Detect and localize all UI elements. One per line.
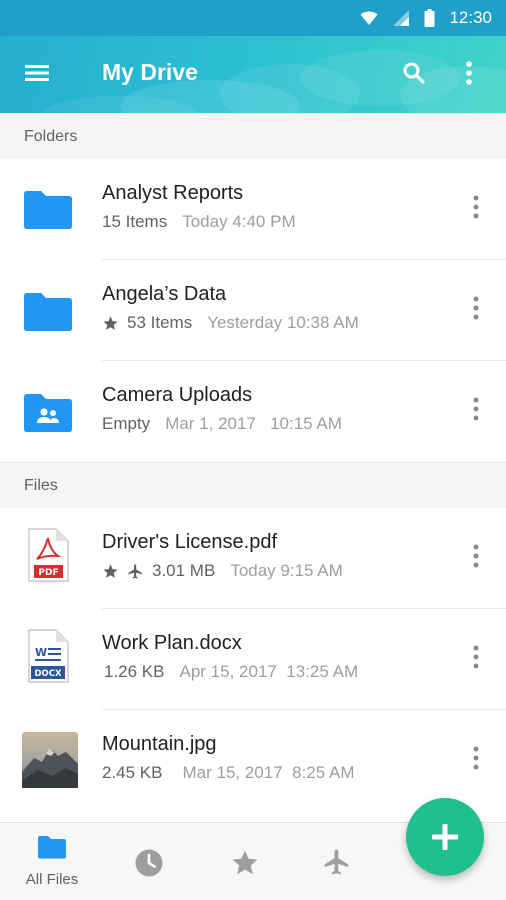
signal-icon <box>393 10 410 26</box>
cloud-decoration <box>40 50 506 113</box>
folder-meta: Empty Mar 1, 2017 10:15 AM <box>102 414 342 434</box>
folder-icon <box>24 191 72 229</box>
image-thumbnail <box>22 732 78 788</box>
search-icon <box>403 62 425 84</box>
folder-icon <box>24 293 72 331</box>
file-row[interactable]: Mountain.jpg 2.45 KB Mar 15, 2017 8:25 A… <box>0 710 506 811</box>
menu-button[interactable] <box>24 60 50 86</box>
plus-icon <box>432 824 458 850</box>
nav-all-files[interactable]: All Files <box>4 823 100 900</box>
modified-date: Mar 1, 2017 10:15 AM <box>165 414 342 433</box>
file-name: Mountain.jpg <box>102 733 217 755</box>
more-vert-icon <box>473 746 479 770</box>
starred-icon <box>102 315 119 332</box>
folder-name: Camera Uploads <box>102 384 253 406</box>
modified-date: Mar 15, 2017 8:25 AM <box>182 763 355 782</box>
more-vert-icon <box>466 61 472 85</box>
item-menu-button[interactable] <box>466 746 486 776</box>
more-vert-icon <box>473 296 479 320</box>
folder-row[interactable]: Camera Uploads Empty Mar 1, 2017 10:15 A… <box>0 361 506 462</box>
battery-icon <box>424 9 435 27</box>
wifi-icon <box>360 11 378 25</box>
section-header-files: Files <box>0 462 506 508</box>
folder-name: Angela’s Data <box>102 283 227 305</box>
starred-icon <box>102 563 119 580</box>
offline-airplane-icon <box>127 563 144 580</box>
item-count: 15 Items <box>102 212 168 231</box>
star-icon <box>232 850 258 875</box>
docx-icon: W DOCX <box>28 629 69 683</box>
file-meta: 1.26 KB Apr 15, 2017 13:25 AM <box>104 662 358 682</box>
section-header-folders: Folders <box>0 113 506 159</box>
modified-date: Apr 15, 2017 13:25 AM <box>179 662 359 681</box>
search-button[interactable] <box>402 61 426 90</box>
file-meta: 2.45 KB Mar 15, 2017 8:25 AM <box>102 763 355 783</box>
overflow-menu-button[interactable] <box>465 60 473 91</box>
file-row[interactable]: W DOCX Work Plan.docx 1.26 KB Apr 15, 20… <box>0 609 506 710</box>
svg-text:W: W <box>35 646 47 659</box>
recent-clock-icon <box>135 849 163 877</box>
file-size: 2.45 KB <box>102 763 163 782</box>
item-count: 53 Items <box>127 313 193 332</box>
pdf-badge-label: PDF <box>38 568 58 578</box>
folder-name: Analyst Reports <box>102 182 244 204</box>
app-bar: My Drive <box>0 36 506 113</box>
nav-offline[interactable] <box>289 823 385 900</box>
item-menu-button[interactable] <box>466 397 486 427</box>
shared-folder-icon <box>24 394 72 432</box>
nav-recent[interactable] <box>101 823 197 900</box>
folder-row[interactable]: Angela’s Data 53 Items Yesterday 10:38 A… <box>0 260 506 361</box>
status-time: 12:30 <box>449 8 492 27</box>
item-menu-button[interactable] <box>466 544 486 574</box>
file-name: Work Plan.docx <box>102 632 242 654</box>
hamburger-menu-icon <box>25 65 49 81</box>
file-name: Driver's License.pdf <box>102 531 277 553</box>
airplane-offline-icon <box>324 849 349 875</box>
item-menu-button[interactable] <box>466 195 486 225</box>
modified-date: Yesterday 10:38 AM <box>207 313 359 332</box>
file-row[interactable]: PDF Driver's License.pdf 3.01 MB Today 9… <box>0 508 506 609</box>
file-size: 3.01 MB <box>152 561 216 580</box>
add-fab-button[interactable] <box>406 798 484 876</box>
folder-meta: 15 Items Today 4:40 PM <box>102 212 296 232</box>
more-vert-icon <box>473 544 479 568</box>
folder-meta: 53 Items Yesterday 10:38 AM <box>102 313 359 333</box>
file-size: 1.26 KB <box>104 662 165 681</box>
status-bar: 12:30 <box>0 0 506 36</box>
item-menu-button[interactable] <box>466 645 486 675</box>
modified-date: Today 4:40 PM <box>182 212 296 231</box>
nav-starred[interactable] <box>197 823 293 900</box>
more-vert-icon <box>473 195 479 219</box>
more-vert-icon <box>473 397 479 421</box>
modified-date: Today 9:15 AM <box>230 561 343 580</box>
more-vert-icon <box>473 645 479 669</box>
item-menu-button[interactable] <box>466 296 486 326</box>
file-meta: 3.01 MB Today 9:15 AM <box>102 561 343 581</box>
docx-badge-label: DOCX <box>34 669 62 679</box>
item-count: Empty <box>102 414 151 433</box>
folder-row[interactable]: Analyst Reports 15 Items Today 4:40 PM <box>0 159 506 260</box>
nav-label: All Files <box>25 871 79 888</box>
folder-icon <box>38 836 66 859</box>
pdf-icon: PDF <box>28 528 69 582</box>
page-title: My Drive <box>102 59 198 85</box>
